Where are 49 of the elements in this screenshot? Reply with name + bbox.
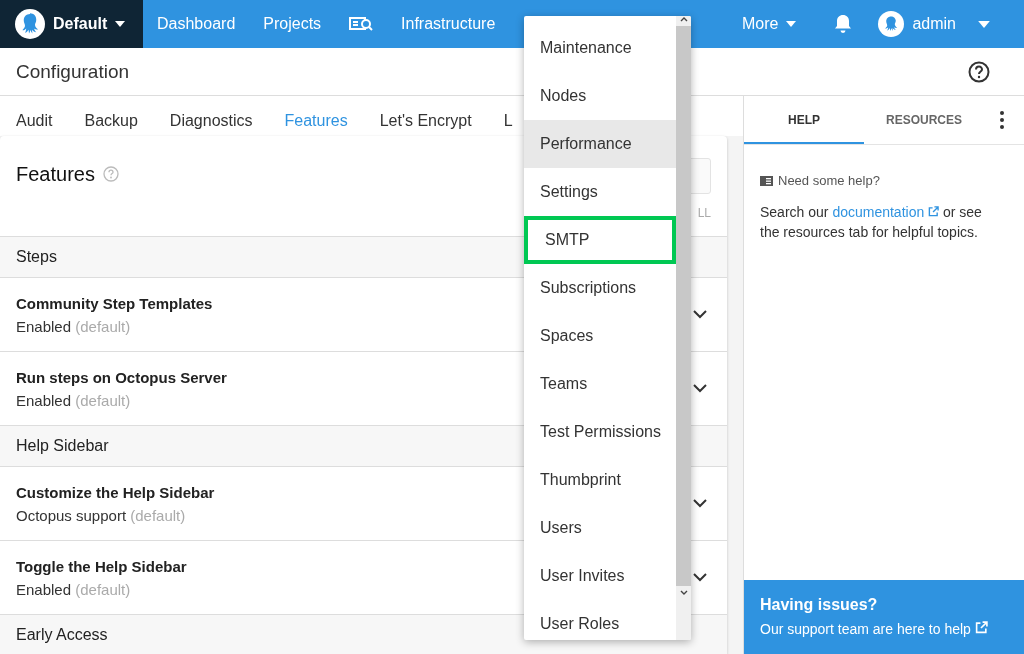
external-link-icon [928,206,940,217]
more-options-icon[interactable] [1000,111,1004,129]
feature-name: Community Step Templates [16,294,213,312]
notifications-icon[interactable] [834,14,853,34]
caret-icon [786,21,797,27]
support-title: Having issues? [760,596,879,614]
tab[interactable]: Diagnostics [169,102,253,130]
tab[interactable]: Audit [16,102,53,130]
feature-value: Enabled (default) [16,391,132,409]
tab[interactable]: Backup [84,102,138,130]
page-title: Configuration [16,60,130,83]
caret-icon [115,21,126,27]
help-text: Search our documentation or see the resources tab for helpful topics. [760,203,983,242]
book-icon [760,175,773,186]
tab[interactable]: Let's Encrypt [379,102,472,130]
tab[interactable]: L [503,102,513,130]
feature-name: Run steps on Octopus Server [16,368,227,386]
menu-item[interactable]: User Invites [524,552,676,600]
menu-item[interactable]: Nodes [524,72,676,120]
card-title: Features [16,162,95,186]
menu-item[interactable]: Teams [524,360,676,408]
scrollbar-thumb[interactable] [676,26,691,586]
sidebar-tab[interactable]: HELP [744,96,864,144]
help-icon[interactable] [968,60,990,83]
chevron-down-icon[interactable] [693,573,707,582]
feature-value: Enabled (default) [16,317,132,335]
external-link-icon [974,621,988,634]
chevron-down-icon[interactable] [693,384,707,393]
feature-value: Octopus support (default) [16,506,187,524]
space-switcher[interactable]: Default [0,0,143,48]
menu-item[interactable]: Maintenance [524,24,676,72]
octopus-logo-icon [15,9,45,39]
caret-icon [978,20,990,28]
scroll-down-icon[interactable] [679,590,688,596]
help-heading: Need some help? [778,173,880,188]
menu-item[interactable]: Performance [524,120,676,168]
chevron-down-icon[interactable] [693,499,707,508]
menu-item[interactable]: SMTP [524,216,676,264]
sidebar-tab[interactable]: RESOURCES [864,96,984,144]
scroll-up-icon[interactable] [679,16,688,22]
menu-item[interactable]: Settings [524,168,676,216]
feature-value: Enabled (default) [16,580,132,598]
feature-name: Toggle the Help Sidebar [16,557,187,575]
avatar-icon [878,11,905,37]
feature-name: Customize the Help Sidebar [16,483,215,501]
menu-item[interactable]: User Roles [524,600,676,640]
chevron-down-icon[interactable] [693,310,707,319]
menu-item[interactable]: Users [524,504,676,552]
menu-item[interactable]: Spaces [524,312,676,360]
